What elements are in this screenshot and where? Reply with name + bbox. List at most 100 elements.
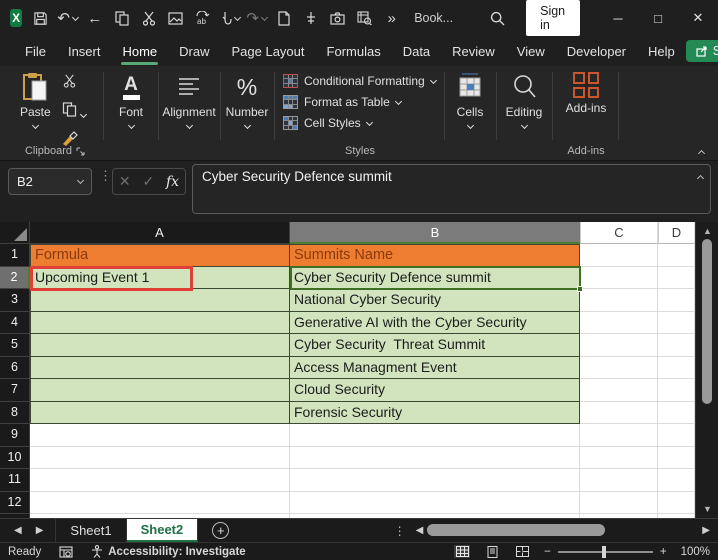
cell-C10[interactable] bbox=[580, 447, 658, 470]
row-header-11[interactable]: 11 bbox=[0, 469, 30, 492]
addins-button[interactable]: Add-ins bbox=[560, 72, 612, 115]
row-header-10[interactable]: 10 bbox=[0, 447, 30, 470]
sheet-tab-sheet1[interactable]: Sheet1 bbox=[55, 519, 126, 542]
row-header-12[interactable]: 12 bbox=[0, 492, 30, 515]
close-button[interactable]: ✕ bbox=[678, 0, 718, 36]
search-icon[interactable] bbox=[485, 5, 510, 31]
pin-icon[interactable] bbox=[298, 5, 323, 31]
formula-bar-splitter[interactable]: ⋮ bbox=[99, 173, 112, 179]
normal-view-icon[interactable] bbox=[454, 545, 470, 558]
cell-A6[interactable] bbox=[30, 357, 290, 380]
undo-button[interactable]: ↶ bbox=[55, 5, 80, 31]
maximize-button[interactable]: □ bbox=[638, 0, 678, 36]
cell-C2[interactable] bbox=[580, 267, 658, 290]
cell-B6[interactable]: Access Managment Event bbox=[290, 357, 580, 380]
collapse-formula-bar-icon[interactable] bbox=[697, 175, 704, 182]
tab-formulas[interactable]: Formulas bbox=[316, 39, 392, 64]
cell-A9[interactable] bbox=[30, 424, 290, 447]
cell-C8[interactable] bbox=[580, 402, 658, 425]
row-header-3[interactable]: 3 bbox=[0, 289, 30, 312]
sheet-tab-sheet2[interactable]: Sheet2 bbox=[127, 519, 199, 542]
column-header-C[interactable]: C bbox=[580, 222, 658, 244]
cell-A12[interactable] bbox=[30, 492, 290, 515]
cell-C3[interactable] bbox=[580, 289, 658, 312]
cell-B7[interactable]: Cloud Security bbox=[290, 379, 580, 402]
tab-file[interactable]: File bbox=[14, 39, 57, 64]
cut-icon[interactable] bbox=[136, 5, 161, 31]
accessibility-status[interactable]: Accessibility: Investigate bbox=[91, 545, 245, 558]
cell-B8[interactable]: Forensic Security bbox=[290, 402, 580, 425]
camera-icon[interactable] bbox=[325, 5, 350, 31]
tab-draw[interactable]: Draw bbox=[168, 39, 220, 64]
cell-D5[interactable] bbox=[658, 334, 695, 357]
cell-D3[interactable] bbox=[658, 289, 695, 312]
cell-B5[interactable]: Cyber Security Threat Summit bbox=[290, 334, 580, 357]
cell-B10[interactable] bbox=[290, 447, 580, 470]
cell-C1[interactable] bbox=[580, 244, 658, 267]
cell-D12[interactable] bbox=[658, 492, 695, 515]
copy-icon[interactable] bbox=[62, 102, 86, 122]
vertical-scroll-thumb[interactable] bbox=[702, 239, 712, 404]
cell-C4[interactable] bbox=[580, 312, 658, 335]
next-sheet-icon[interactable]: ▶ bbox=[36, 525, 44, 536]
cell-A1[interactable]: Formula bbox=[30, 244, 290, 267]
row-header-6[interactable]: 6 bbox=[0, 357, 30, 380]
cell-B11[interactable] bbox=[290, 469, 580, 492]
cell-A11[interactable] bbox=[30, 469, 290, 492]
tab-page-layout[interactable]: Page Layout bbox=[221, 39, 316, 64]
cell-C9[interactable] bbox=[580, 424, 658, 447]
cell-A10[interactable] bbox=[30, 447, 290, 470]
conditional-formatting-button[interactable]: Conditional Formatting bbox=[283, 74, 436, 88]
cell-C11[interactable] bbox=[580, 469, 658, 492]
back-icon[interactable]: ← bbox=[82, 5, 107, 31]
cell-D2[interactable] bbox=[658, 267, 695, 290]
cell-A4[interactable] bbox=[30, 312, 290, 335]
cells-group-button[interactable]: Cells bbox=[446, 72, 494, 128]
hscroll-left-icon[interactable]: ◀ bbox=[412, 519, 428, 542]
minimize-button[interactable]: ─ bbox=[598, 0, 638, 36]
new-file-icon[interactable] bbox=[271, 5, 296, 31]
page-layout-view-icon[interactable] bbox=[484, 545, 500, 558]
tab-help[interactable]: Help bbox=[637, 39, 686, 64]
insert-function-icon[interactable]: fx bbox=[166, 174, 179, 190]
paste-button[interactable]: Paste bbox=[20, 72, 51, 128]
macro-record-icon[interactable] bbox=[59, 546, 73, 558]
alignment-group-button[interactable]: Alignment bbox=[160, 72, 218, 128]
cell-B3[interactable]: National Cyber Security bbox=[290, 289, 580, 312]
cell-C7[interactable] bbox=[580, 379, 658, 402]
cell-D9[interactable] bbox=[658, 424, 695, 447]
cell-D8[interactable] bbox=[658, 402, 695, 425]
touch-mode-icon[interactable] bbox=[217, 5, 242, 31]
select-all-corner[interactable] bbox=[0, 222, 30, 244]
cell-D11[interactable] bbox=[658, 469, 695, 492]
cell-C12[interactable] bbox=[580, 492, 658, 515]
cell-B12[interactable] bbox=[290, 492, 580, 515]
number-group-button[interactable]: % Number bbox=[222, 72, 272, 128]
table-lookup-icon[interactable] bbox=[352, 5, 377, 31]
page-break-preview-icon[interactable] bbox=[514, 545, 530, 558]
tab-developer[interactable]: Developer bbox=[556, 39, 637, 64]
cut-icon[interactable] bbox=[62, 74, 86, 93]
sign-in-button[interactable]: Sign in bbox=[526, 0, 580, 36]
picture-icon[interactable] bbox=[163, 5, 188, 31]
row-header-9[interactable]: 9 bbox=[0, 424, 30, 447]
save-icon[interactable] bbox=[28, 5, 53, 31]
copy-icon[interactable] bbox=[109, 5, 134, 31]
find-replace-icon[interactable]: ab bbox=[190, 5, 215, 31]
vertical-scrollbar[interactable]: ▲▼ bbox=[695, 222, 718, 518]
cell-B1[interactable]: Summits Name bbox=[290, 244, 580, 267]
tab-view[interactable]: View bbox=[506, 39, 556, 64]
cell-D7[interactable] bbox=[658, 379, 695, 402]
zoom-slider[interactable]: − + bbox=[544, 546, 666, 558]
dialog-launcher-icon[interactable] bbox=[76, 147, 85, 156]
cell-A5[interactable] bbox=[30, 334, 290, 357]
cell-styles-button[interactable]: Cell Styles bbox=[283, 116, 436, 130]
formula-bar-input[interactable]: Cyber Security Defence summit bbox=[192, 164, 711, 214]
font-group-button[interactable]: A Font bbox=[105, 72, 157, 128]
name-box[interactable]: B2 bbox=[8, 168, 92, 195]
tab-insert[interactable]: Insert bbox=[57, 39, 112, 64]
row-header-5[interactable]: 5 bbox=[0, 334, 30, 357]
cell-C5[interactable] bbox=[580, 334, 658, 357]
row-header-1[interactable]: 1 bbox=[0, 244, 30, 267]
cell-A8[interactable] bbox=[30, 402, 290, 425]
